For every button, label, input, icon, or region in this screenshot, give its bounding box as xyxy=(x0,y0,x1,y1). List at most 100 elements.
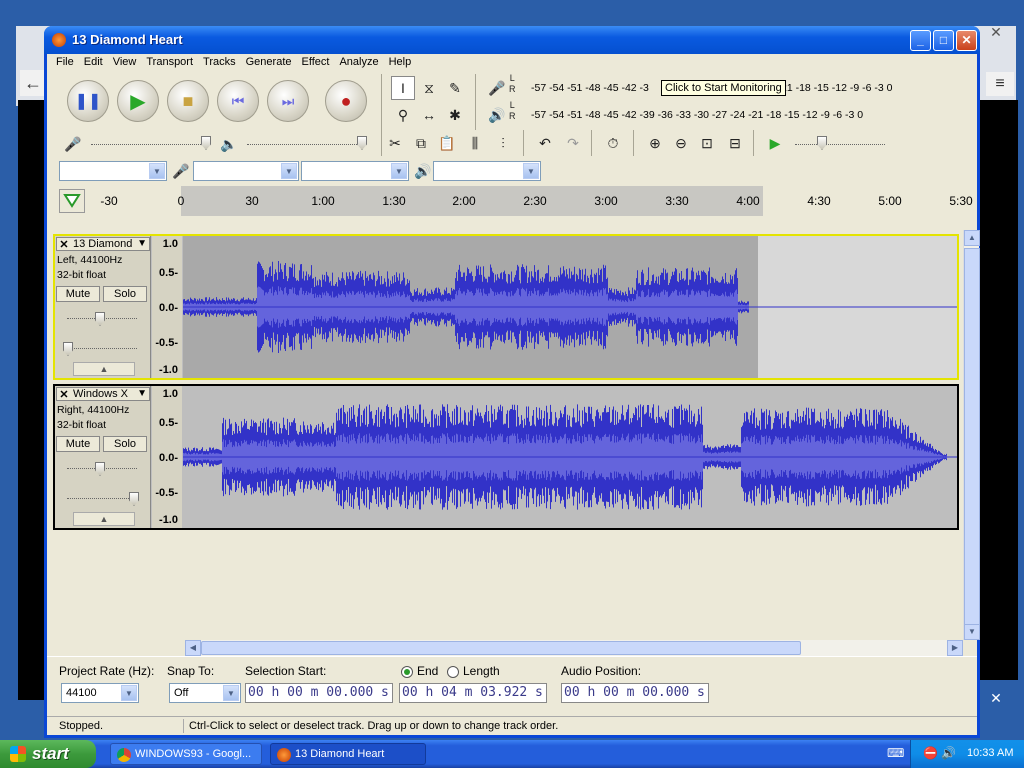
record-meter-scale-left[interactable]: -57 -54 -51 -48 -45 -42 -3 xyxy=(531,78,649,98)
clock[interactable]: 10:33 AM xyxy=(967,747,1013,759)
menu-generate[interactable]: Generate xyxy=(241,54,297,72)
horizontal-scroll-thumb[interactable] xyxy=(201,641,801,655)
minimize-button[interactable]: _ xyxy=(910,30,931,51)
scroll-right-icon[interactable]: ▶ xyxy=(947,640,963,656)
close-button[interactable]: ✕ xyxy=(956,30,977,51)
back-arrow-icon[interactable]: ← xyxy=(20,70,46,96)
menu-view[interactable]: View xyxy=(108,54,142,72)
cut-icon[interactable]: ✂ xyxy=(383,131,407,155)
track-name-row[interactable]: ✕ 13 Diamond ▼ xyxy=(56,237,150,251)
play-speed-slider[interactable] xyxy=(817,136,827,150)
sync-lock-icon[interactable]: ⏱ xyxy=(601,131,625,155)
vertical-scroll-thumb[interactable] xyxy=(964,248,980,634)
maximize-button[interactable]: □ xyxy=(933,30,954,51)
play-head-button[interactable] xyxy=(59,189,85,213)
multi-tool-icon[interactable]: ✱ xyxy=(443,103,467,127)
output-volume-slider[interactable] xyxy=(357,136,367,150)
pan-slider[interactable] xyxy=(129,492,139,506)
silence-icon[interactable]: ⫶ xyxy=(491,131,515,155)
audio-track-left[interactable]: ✕ 13 Diamond ▼ Left, 44100Hz 32-bit floa… xyxy=(53,234,959,380)
paste-icon[interactable]: 📋 xyxy=(435,131,459,155)
draw-tool-icon[interactable]: ✎ xyxy=(443,76,467,100)
zoom-out-icon[interactable]: ⊖ xyxy=(669,131,693,155)
selection-start-field[interactable]: 00 h 00 m 00.000 s xyxy=(245,683,393,703)
collapse-track-button[interactable]: ▲ xyxy=(73,362,135,376)
fit-project-icon[interactable]: ⊟ xyxy=(723,131,747,155)
track-menu-chevron-icon[interactable]: ▼ xyxy=(137,388,147,399)
collapse-track-button[interactable]: ▲ xyxy=(73,512,135,526)
record-meter-scale-right[interactable]: 21 -18 -15 -12 -9 -6 -3 0 xyxy=(781,78,892,98)
horizontal-scrollbar[interactable]: ◀ ▶ xyxy=(185,640,963,656)
redo-icon[interactable]: ↷ xyxy=(561,131,585,155)
playback-device-select[interactable]: ▼ xyxy=(433,161,541,181)
track-menu-chevron-icon[interactable]: ▼ xyxy=(137,238,147,249)
scroll-up-icon[interactable]: ▲ xyxy=(964,230,980,246)
zoom-in-icon[interactable]: ⊕ xyxy=(643,131,667,155)
track-control-panel[interactable]: ✕ Windows X ▼ Right, 44100Hz 32-bit floa… xyxy=(55,386,151,528)
play-button[interactable]: ▶ xyxy=(117,80,159,122)
length-radio[interactable] xyxy=(447,666,459,678)
start-button[interactable]: start xyxy=(0,740,96,768)
audio-host-select[interactable]: ▼ xyxy=(59,161,167,181)
menu-edit[interactable]: Edit xyxy=(79,54,108,72)
mute-button[interactable]: Mute xyxy=(56,436,100,452)
audio-position-field[interactable]: 00 h 00 m 00.000 s xyxy=(561,683,709,703)
menu-help[interactable]: Help xyxy=(384,54,417,72)
menu-file[interactable]: File xyxy=(51,54,79,72)
skip-to-end-button[interactable]: ⏭ xyxy=(267,80,309,122)
stop-button[interactable]: ■ xyxy=(167,80,209,122)
browser-menu-icon[interactable]: ≡ xyxy=(986,72,1014,96)
menu-effect[interactable]: Effect xyxy=(297,54,335,72)
fit-selection-icon[interactable]: ⊡ xyxy=(695,131,719,155)
pan-slider[interactable] xyxy=(63,342,73,356)
selection-end-field[interactable]: 00 h 04 m 03.922 s xyxy=(399,683,547,703)
audio-track-right[interactable]: ✕ Windows X ▼ Right, 44100Hz 32-bit floa… xyxy=(53,384,959,530)
microphone-icon[interactable]: 🎤 xyxy=(485,76,509,100)
scroll-left-icon[interactable]: ◀ xyxy=(185,640,201,656)
menu-transport[interactable]: Transport xyxy=(141,54,198,72)
undo-icon[interactable]: ↶ xyxy=(533,131,557,155)
recording-channels-select[interactable]: ▼ xyxy=(301,161,409,181)
input-volume-slider[interactable] xyxy=(201,136,211,150)
title-bar[interactable]: 13 Diamond Heart _ □ ✕ xyxy=(44,26,980,54)
track-name-row[interactable]: ✕ Windows X ▼ xyxy=(56,387,150,401)
browser-close-icon[interactable]: ✕ xyxy=(984,24,1008,44)
waveform-area[interactable] xyxy=(183,386,957,528)
close-track-icon[interactable]: ✕ xyxy=(58,388,70,401)
project-rate-select[interactable]: 44100 ▼ xyxy=(61,683,139,703)
play-at-speed-icon[interactable]: ▶ xyxy=(763,131,787,155)
record-button[interactable]: ● xyxy=(325,80,367,122)
track-control-panel[interactable]: ✕ 13 Diamond ▼ Left, 44100Hz 32-bit floa… xyxy=(55,236,151,378)
timeshift-tool-icon[interactable]: ↔ xyxy=(417,103,441,127)
playback-meter-scale[interactable]: -57 -54 -51 -48 -45 -42 -39 -36 -33 -30 … xyxy=(531,105,863,125)
recording-device-select[interactable]: ▼ xyxy=(193,161,299,181)
selection-tool-icon[interactable]: I xyxy=(391,76,415,100)
mute-button[interactable]: Mute xyxy=(56,286,100,302)
volume-icon[interactable]: 🔊 xyxy=(941,746,956,760)
vertical-scrollbar[interactable]: ▲ ▼ xyxy=(963,230,980,640)
keyboard-icon[interactable]: ⌨ xyxy=(887,746,904,760)
taskbar-audacity[interactable]: 13 Diamond Heart xyxy=(270,743,426,765)
trim-icon[interactable]: ⫼ xyxy=(463,131,487,155)
gain-slider[interactable] xyxy=(95,462,105,476)
envelope-tool-icon[interactable]: ⧖ xyxy=(417,76,441,100)
menu-tracks[interactable]: Tracks xyxy=(198,54,241,72)
waveform-area[interactable] xyxy=(183,236,957,378)
timeline-ruler[interactable]: -30 0 30 1:00 1:30 2:00 2:30 3:00 3:30 4… xyxy=(51,186,977,216)
scroll-down-icon[interactable]: ▼ xyxy=(964,624,980,640)
pause-button[interactable]: ❚❚ xyxy=(67,80,109,122)
solo-button[interactable]: Solo xyxy=(103,286,147,302)
solo-button[interactable]: Solo xyxy=(103,436,147,452)
panel-close-icon[interactable]: ✕ xyxy=(984,686,1008,710)
snap-to-select[interactable]: Off ▼ xyxy=(169,683,241,703)
copy-icon[interactable]: ⧉ xyxy=(409,131,433,155)
skip-to-start-button[interactable]: ⏮ xyxy=(217,80,259,122)
gain-slider[interactable] xyxy=(95,312,105,326)
speaker-icon[interactable]: 🔊 xyxy=(485,103,509,127)
security-icon[interactable]: ⛔ xyxy=(923,746,938,760)
zoom-tool-icon[interactable]: ⚲ xyxy=(391,103,415,127)
close-track-icon[interactable]: ✕ xyxy=(58,238,70,251)
end-radio[interactable] xyxy=(401,666,413,678)
taskbar-chrome[interactable]: WINDOWS93 - Googl... xyxy=(110,743,262,765)
menu-analyze[interactable]: Analyze xyxy=(334,54,383,72)
